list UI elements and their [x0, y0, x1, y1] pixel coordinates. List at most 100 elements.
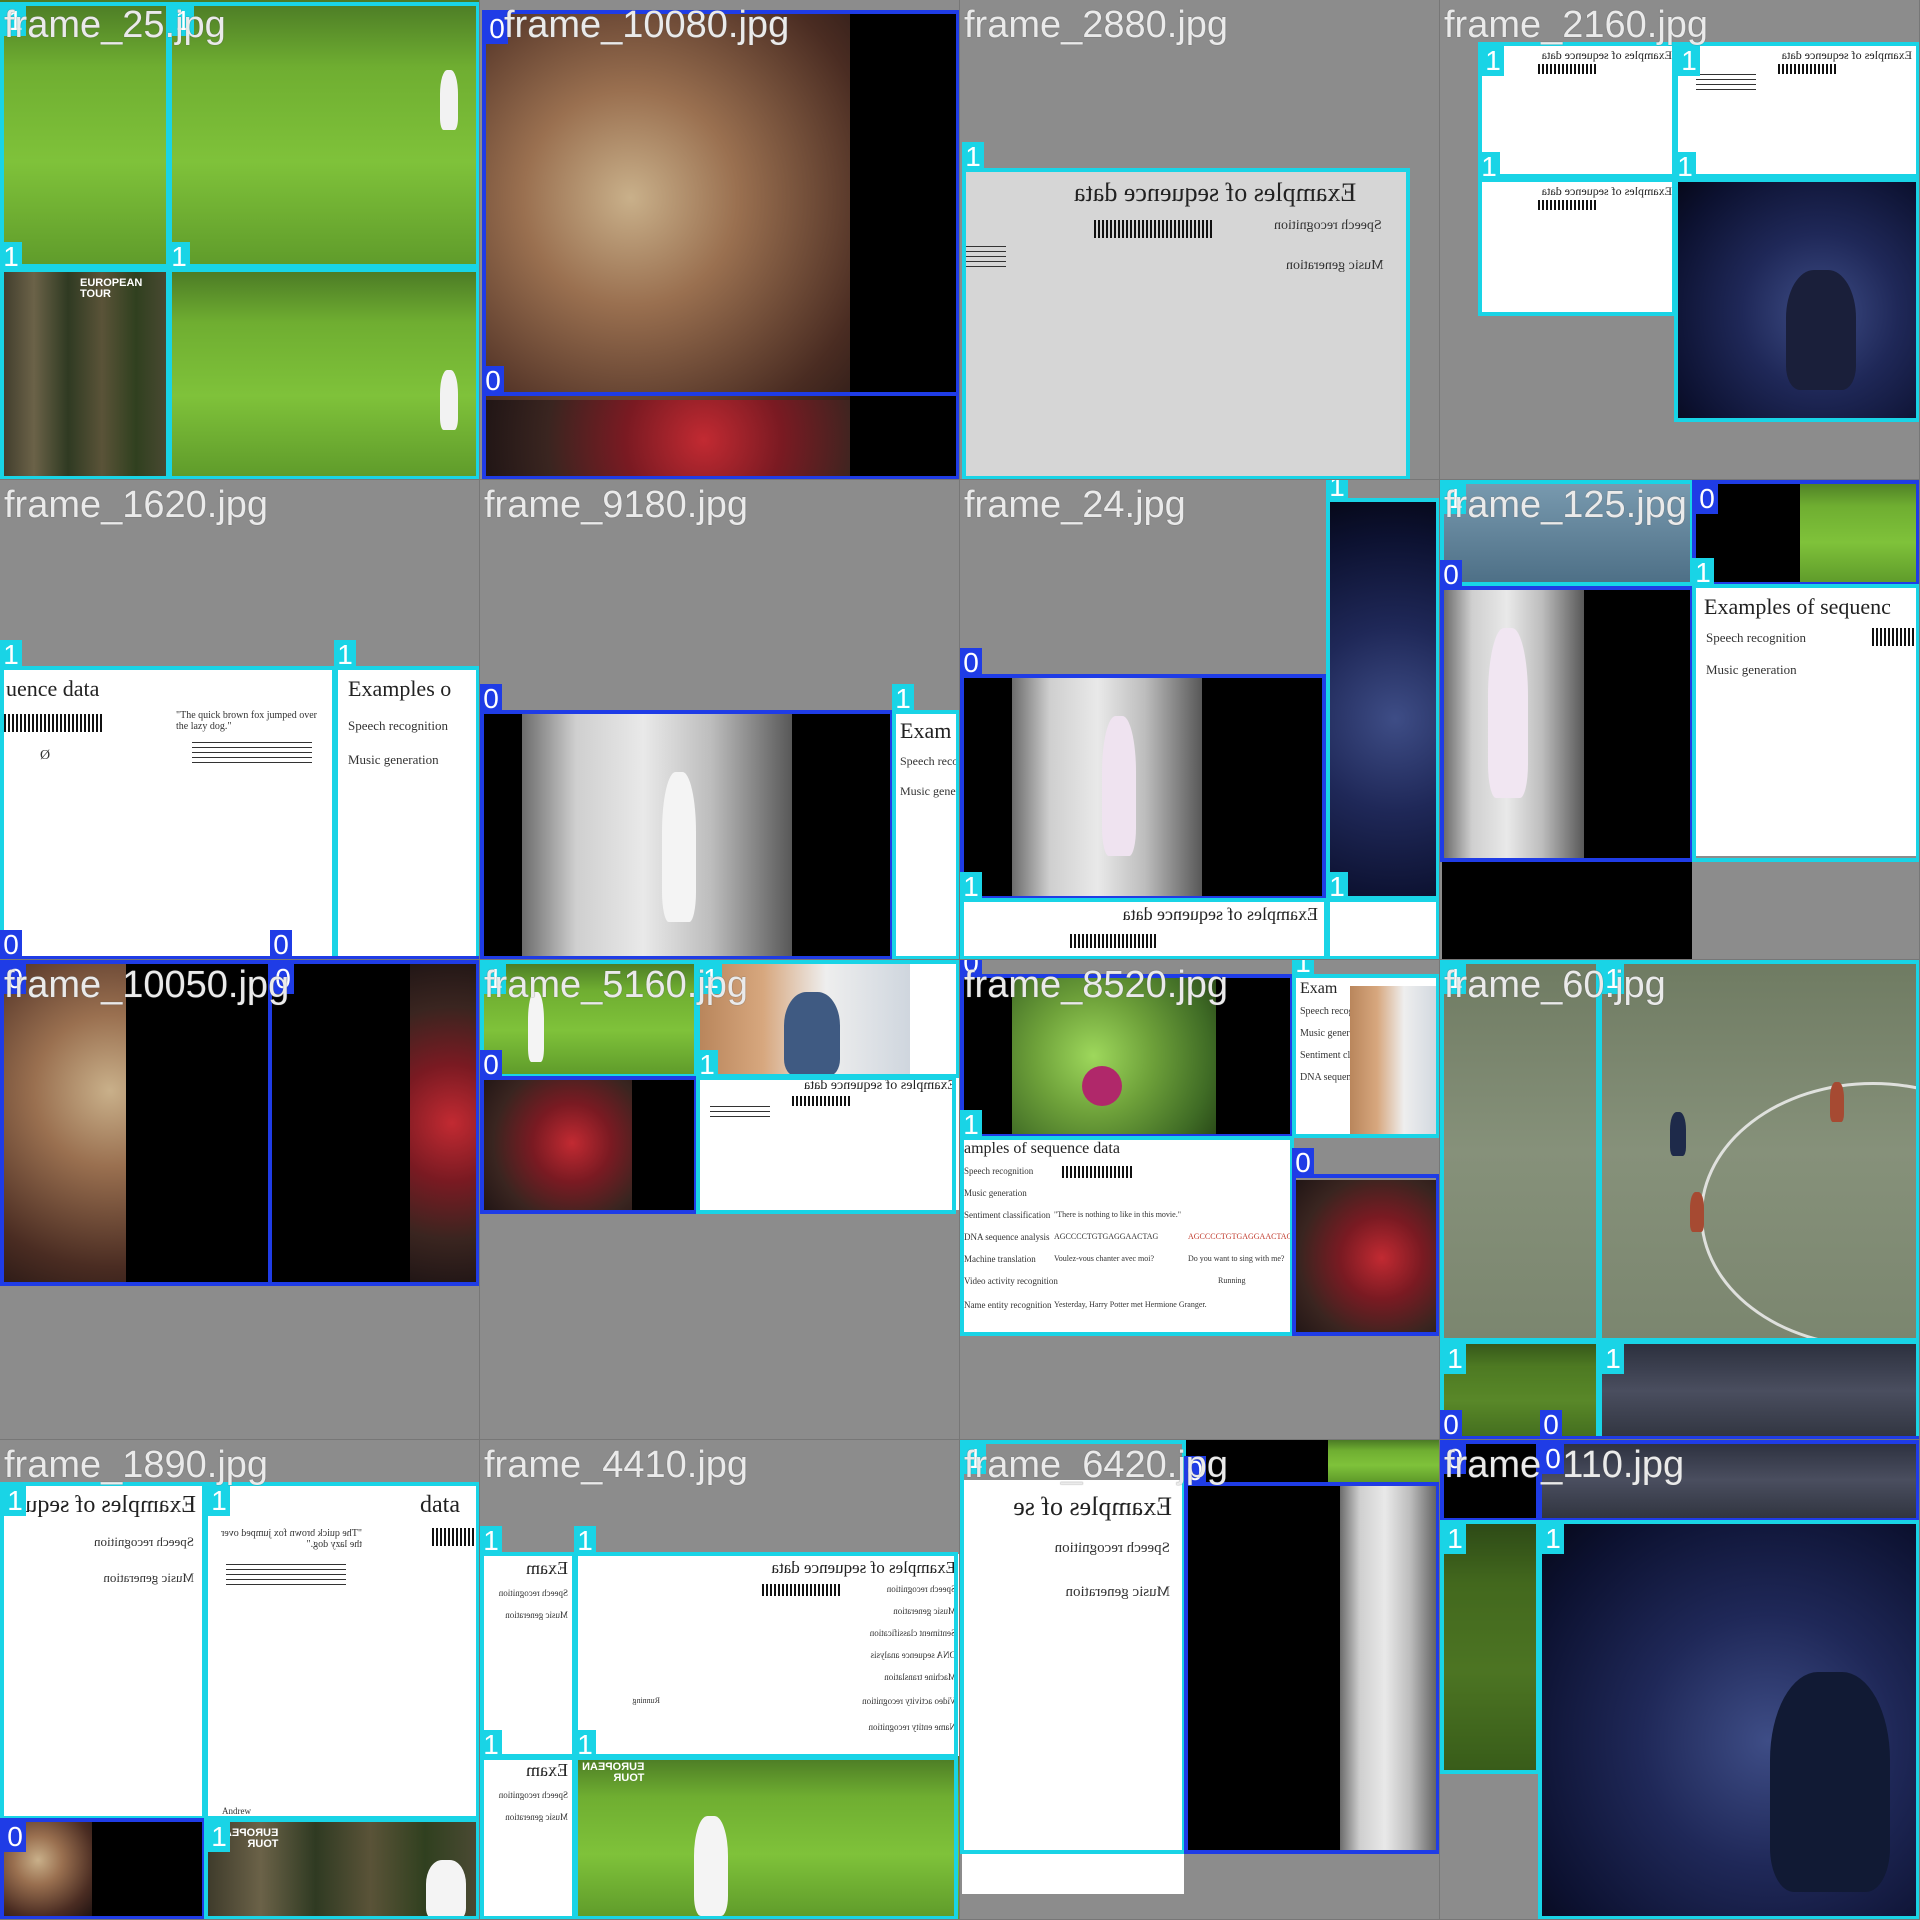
- tile-filename: frame_2880.jpg: [964, 4, 1229, 46]
- slide-item: Speech recognition: [498, 1790, 568, 1800]
- tile-frame-125: Examples of sequenc Speech recognition M…: [1440, 480, 1920, 960]
- pitch-scene: [1442, 962, 1598, 1340]
- music-staff: [192, 742, 312, 764]
- slide-title: Exam: [526, 1760, 568, 1780]
- slide-item: Video activity recognition: [862, 1696, 956, 1706]
- slide-item: Music generation: [964, 1188, 1027, 1198]
- slide-title: Exam: [900, 718, 952, 743]
- class-tag: 1: [574, 1526, 596, 1556]
- running-label: Running: [632, 1696, 660, 1705]
- tile-filename: frame_8520.jpg: [964, 964, 1229, 1006]
- slide-title: Examples of sequence data: [771, 1558, 956, 1577]
- slide-title: Examples of sequence data: [1122, 904, 1318, 924]
- golf-scene: EUROPEAN TOUR: [574, 1756, 959, 1919]
- slide-scene: Examples of sequence data: [1480, 44, 1676, 178]
- slide-scene: amples of sequence data Speech recogniti…: [962, 1136, 1292, 1336]
- logo-line: TOUR: [613, 1772, 645, 1784]
- logo-line: TOUR: [247, 1838, 279, 1850]
- slide-scene: Examples o Speech recognition Music gene…: [336, 668, 479, 959]
- slide-title: amples of sequence data: [964, 1140, 1120, 1157]
- slide-scene: Examples of sequence data: [962, 900, 1326, 959]
- person: [662, 772, 696, 922]
- player: [1830, 1082, 1844, 1122]
- tile-frame-5160: Examples of sequence data 1 1 0 1 frame_…: [480, 960, 960, 1440]
- tile-filename: frame_10080.jpg: [504, 4, 790, 46]
- class-tag: 1: [892, 684, 914, 714]
- slide-item: Music generation: [505, 1610, 568, 1620]
- slide-scene: Examples of se Speech recognition Music …: [962, 1480, 1184, 1894]
- audio-waveform: [1070, 934, 1156, 948]
- hallway-scene: [1012, 676, 1202, 898]
- slide-title: uence data: [6, 676, 100, 701]
- pianist: [1786, 270, 1856, 390]
- office-scene: [1350, 986, 1439, 1136]
- slide-scene: uence data Ø "The quick brown fox jumped…: [0, 668, 334, 959]
- music-staff: [1696, 74, 1756, 90]
- class-tag: 0: [1292, 1148, 1314, 1178]
- slide-title: data: [420, 1492, 460, 1518]
- crowd-scene: [1600, 1342, 1919, 1439]
- slide-scene: [910, 962, 959, 1076]
- player: [1670, 1112, 1686, 1156]
- audio-waveform: [1536, 200, 1596, 210]
- tile-filename: frame_110.jpg: [1444, 1444, 1685, 1486]
- european-tour-logo: EUROPEAN TOUR: [80, 278, 142, 300]
- slide-title: Examples of se: [1013, 1492, 1172, 1521]
- slide-scene: Examples of sequence data Speech recogni…: [964, 168, 1410, 479]
- golf-scene: [1328, 1440, 1439, 1482]
- slide-scene: [1328, 900, 1439, 959]
- mosaic-grid: EUROPEAN TOUR 1 1 1 1 frame_25.jpg 0 0 fr…: [0, 0, 1920, 1920]
- tile-frame-1890: Examples of sequ Speech recognition Musi…: [0, 1440, 480, 1920]
- music-staff: [226, 1564, 346, 1586]
- golfer: [426, 1860, 466, 1919]
- music-staff: [710, 1106, 770, 1120]
- blurry-scene: [2, 1820, 92, 1919]
- slide-item: Video activity recognition: [964, 1276, 1058, 1286]
- null-symbol: Ø: [40, 748, 51, 763]
- class-tag: 0: [480, 684, 502, 714]
- slide-item: Machine translation: [964, 1254, 1036, 1264]
- person: [1102, 716, 1136, 856]
- slide-item: Machine translation: [884, 1672, 956, 1682]
- audio-waveform: [760, 1584, 840, 1596]
- tile-frame-9180: Exam Speech recognition Music generation…: [480, 480, 960, 960]
- slide-item: DNA sequence analysis: [870, 1650, 956, 1660]
- stage-scene: [1540, 1522, 1919, 1919]
- audio-waveform: [1094, 220, 1214, 238]
- audio-waveform: [1062, 1166, 1132, 1178]
- tile-filename: frame_4410.jpg: [484, 1444, 749, 1486]
- slide-item: DNA sequence analysis: [964, 1232, 1050, 1242]
- slide-title: Examples of sequence data: [804, 1078, 956, 1093]
- slide-scene: Exam Speech recognition Music generation: [894, 712, 959, 959]
- dna-sequence: AGCCCCTGTGAGGAACTAG: [1188, 1232, 1292, 1241]
- tile-filename: frame_5160.jpg: [484, 964, 749, 1006]
- slide-title: Examples of sequence data: [1541, 48, 1672, 62]
- tile-frame-6420: Examples of se Speech recognition Music …: [960, 1440, 1440, 1920]
- logo-line: TOUR: [80, 288, 111, 300]
- slide-item: Name entity recognition: [868, 1722, 956, 1732]
- class-tag: 1: [1326, 480, 1348, 502]
- tile-frame-25: EUROPEAN TOUR 1 1 1 1 frame_25.jpg: [0, 0, 480, 480]
- stage-scene: [1676, 180, 1916, 420]
- slide-author: Andrew: [222, 1806, 251, 1816]
- tile-frame-4410: Exam Speech recognition Music generation…: [480, 1440, 960, 1920]
- slide-item: Music generation: [505, 1812, 568, 1822]
- hallway-scene: [1444, 588, 1584, 858]
- tile-frame-60: 1 1 1 1 0 0 frame_60.jpg: [1440, 960, 1920, 1440]
- tile-frame-2880: Examples of sequence data Speech recogni…: [960, 0, 1440, 480]
- class-tag: 1: [334, 640, 356, 670]
- blurry-scene: [482, 1076, 632, 1210]
- person: [1488, 628, 1528, 798]
- audio-waveform: [1536, 64, 1596, 74]
- slide-title: Examples of sequenc: [1704, 594, 1891, 619]
- slide-item: Speech recognition: [964, 1166, 1034, 1176]
- slide-item: Speech recognition: [1274, 218, 1382, 233]
- forest-scene: EUROPEAN TOUR: [206, 1820, 479, 1919]
- black-padding: [126, 962, 272, 1284]
- slide-scene: Exam Speech recognition Music generation…: [1294, 976, 1439, 1136]
- tile-filename: frame_125.jpg: [1444, 484, 1687, 526]
- slide-quote: "The quick brown fox jumped over the laz…: [176, 710, 317, 732]
- golf-scene: [1800, 480, 1919, 584]
- flower: [1082, 1066, 1122, 1106]
- slide-item: Music generation: [1286, 258, 1384, 273]
